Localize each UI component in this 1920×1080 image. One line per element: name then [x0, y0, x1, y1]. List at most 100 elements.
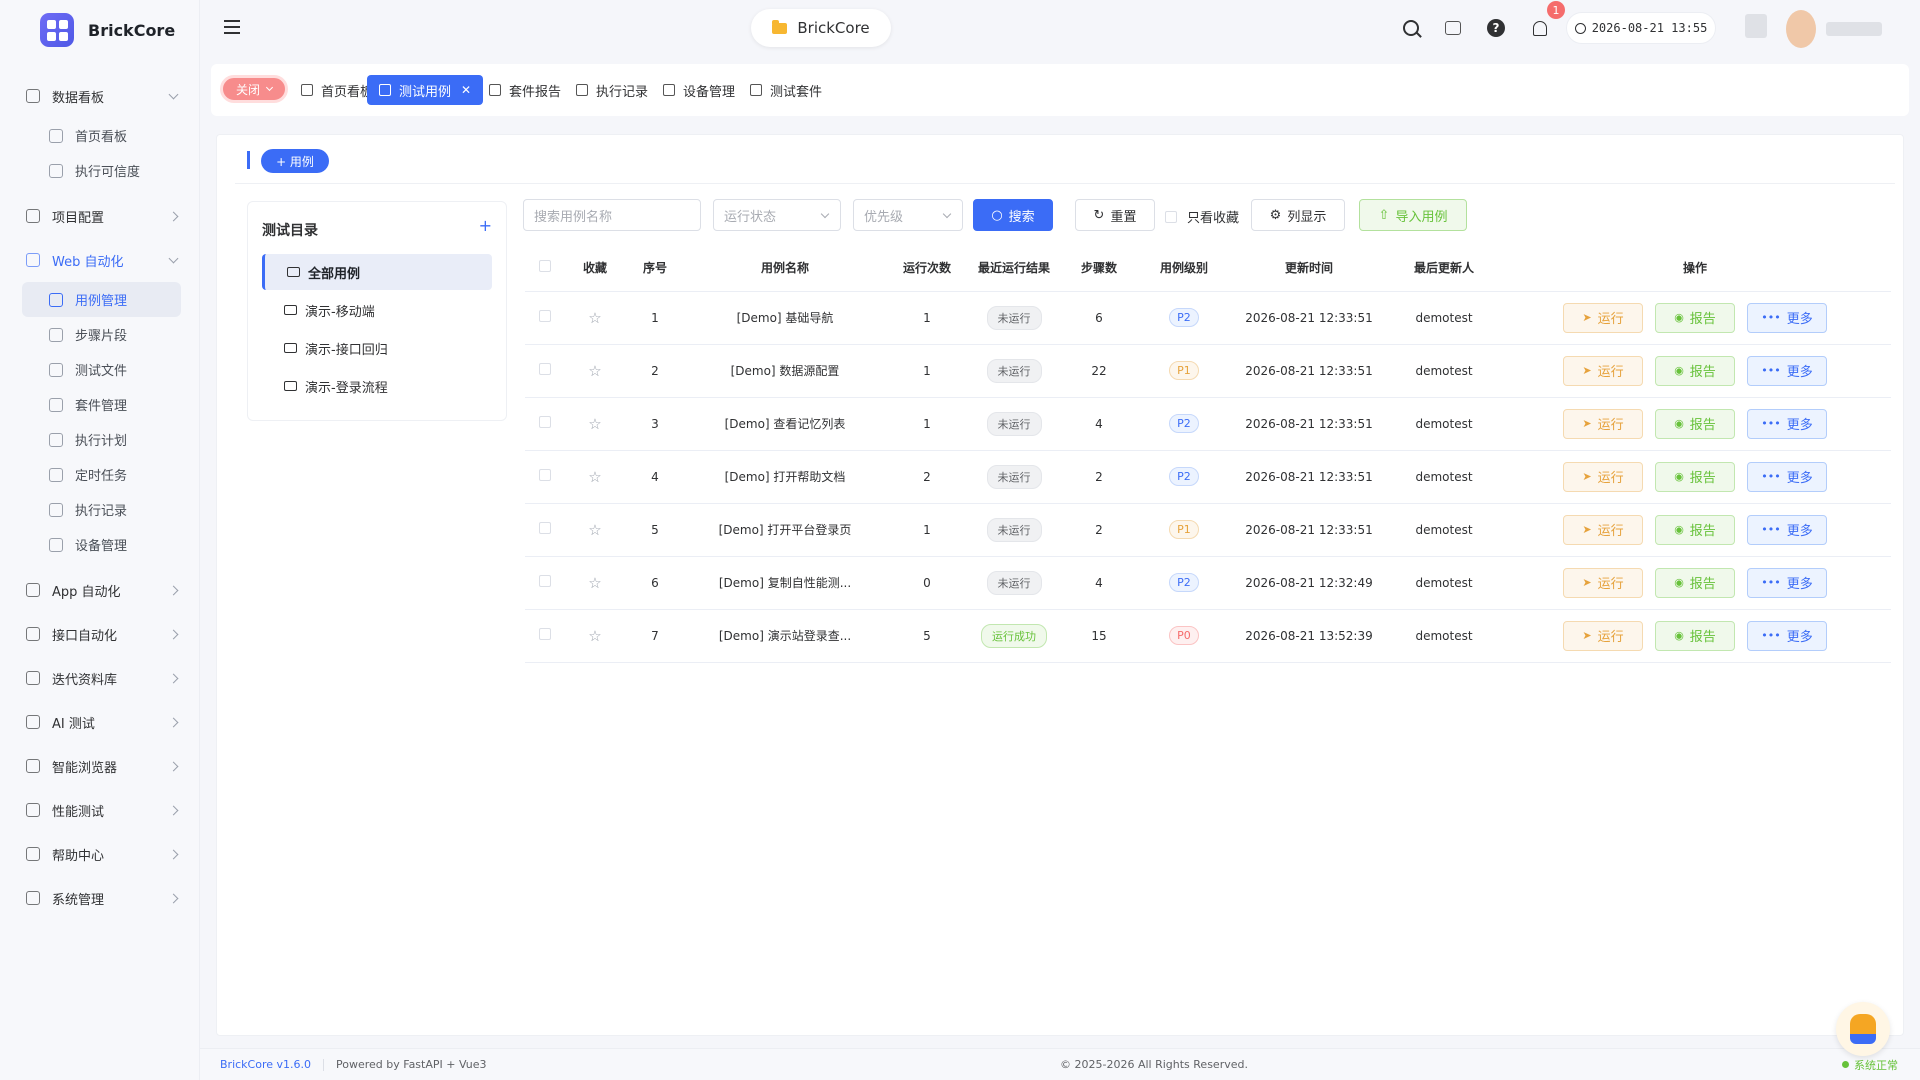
close-icon[interactable]: ✕ [461, 83, 471, 97]
search-icon[interactable] [1401, 18, 1421, 38]
import-button[interactable]: ⇧ 导入用例 [1359, 199, 1467, 231]
tab-4[interactable]: 设备管理 [651, 75, 747, 105]
star-icon[interactable]: ☆ [588, 415, 601, 433]
star-icon[interactable]: ☆ [588, 468, 601, 486]
avatar[interactable] [1786, 10, 1816, 48]
table-row[interactable]: ☆ 6 [Demo] 复制自性能测... 0 未运行 4 P2 2026-08-21 12:3… [525, 556, 1891, 610]
tree-item-3[interactable]: 演示-登录流程 [262, 368, 492, 404]
sidebar-group-10[interactable]: 系统管理 [0, 876, 199, 920]
project-switcher[interactable]: BrickCore [751, 9, 891, 47]
sidebar-group-2[interactable]: Web 自动化 [0, 238, 199, 282]
row-checkbox[interactable] [539, 363, 551, 375]
case-name[interactable]: [Demo] 数据源配置 [685, 344, 885, 398]
more-button[interactable]: ••• 更多 [1747, 514, 1827, 545]
sidebar-item-2-4[interactable]: 执行计划 [22, 422, 181, 457]
table-row[interactable]: ☆ 1 [Demo] 基础导航 1 未运行 6 P2 2026-08-21 12:33:51 d… [525, 291, 1891, 345]
add-folder-icon[interactable]: + [479, 216, 492, 235]
sidebar-item-0-0[interactable]: 首页看板 [22, 118, 181, 153]
report-button[interactable]: ◉ 报告 [1655, 461, 1735, 492]
sidebar-group-1[interactable]: 项目配置 [0, 194, 199, 238]
sidebar-group-4[interactable]: 接口自动化 [0, 612, 199, 656]
user-name-blur[interactable] [1826, 22, 1882, 36]
search-button[interactable]: ○ 搜索 [973, 199, 1053, 231]
sidebar-group-5[interactable]: 迭代资料库 [0, 656, 199, 700]
close-tabs-button[interactable]: 关闭 [220, 75, 288, 103]
help-icon[interactable]: ? [1486, 18, 1506, 38]
sidebar-group-9[interactable]: 帮助中心 [0, 832, 199, 876]
table-row[interactable]: ☆ 5 [Demo] 打开平台登录页 1 未运行 2 P1 2026-08-21 12:33:… [525, 503, 1891, 557]
sidebar-group-3[interactable]: App 自动化 [0, 568, 199, 612]
sidebar-item-2-7[interactable]: 设备管理 [22, 527, 181, 562]
run-button[interactable]: ➤ 运行 [1563, 567, 1643, 598]
case-name[interactable]: [Demo] 演示站登录查... [685, 609, 885, 663]
report-button[interactable]: ◉ 报告 [1655, 620, 1735, 651]
row-checkbox[interactable] [539, 416, 551, 428]
row-checkbox[interactable] [539, 628, 551, 640]
tree-item-2[interactable]: 演示-接口回归 [262, 330, 492, 366]
case-name[interactable]: [Demo] 查看记忆列表 [685, 397, 885, 451]
case-name[interactable]: [Demo] 打开帮助文档 [685, 450, 885, 504]
case-name[interactable]: [Demo] 基础导航 [685, 291, 885, 345]
sidebar-item-2-5[interactable]: 定时任务 [22, 457, 181, 492]
sidebar-group-7[interactable]: 智能浏览器 [0, 744, 199, 788]
star-icon[interactable]: ☆ [588, 362, 601, 380]
sidebar-item-2-3[interactable]: 套件管理 [22, 387, 181, 422]
report-button[interactable]: ◉ 报告 [1655, 302, 1735, 333]
sidebar-item-2-0[interactable]: 用例管理 [22, 282, 181, 317]
star-icon[interactable]: ☆ [588, 627, 601, 645]
reset-button[interactable]: ↻ 重置 [1075, 199, 1155, 231]
version-link[interactable]: BrickCore v1.6.0 [220, 1058, 311, 1071]
fav-only-toggle[interactable]: 只看收藏 [1165, 207, 1239, 226]
table-row[interactable]: ☆ 2 [Demo] 数据源配置 1 未运行 22 P1 2026-08-21 12:33:5… [525, 344, 1891, 398]
star-icon[interactable]: ☆ [588, 521, 601, 539]
brand[interactable]: BrickCore [0, 0, 199, 60]
bell-icon[interactable] [1530, 18, 1550, 38]
run-button[interactable]: ➤ 运行 [1563, 408, 1643, 439]
run-button[interactable]: ➤ 运行 [1563, 514, 1643, 545]
menu-toggle-icon[interactable] [224, 20, 240, 34]
run-button[interactable]: ➤ 运行 [1563, 302, 1643, 333]
more-button[interactable]: ••• 更多 [1747, 620, 1827, 651]
more-button[interactable]: ••• 更多 [1747, 567, 1827, 598]
star-icon[interactable]: ☆ [588, 309, 601, 327]
add-case-button[interactable]: + 用例 [261, 149, 329, 173]
sidebar-item-2-2[interactable]: 测试文件 [22, 352, 181, 387]
table-row[interactable]: ☆ 3 [Demo] 查看记忆列表 1 未运行 4 P2 2026-08-21 12:33:5… [525, 397, 1891, 451]
tree-item-1[interactable]: 演示-移动端 [262, 292, 492, 328]
run-button[interactable]: ➤ 运行 [1563, 620, 1643, 651]
row-checkbox[interactable] [539, 469, 551, 481]
report-button[interactable]: ◉ 报告 [1655, 567, 1735, 598]
report-button[interactable]: ◉ 报告 [1655, 408, 1735, 439]
more-button[interactable]: ••• 更多 [1747, 302, 1827, 333]
tree-item-0[interactable]: 全部用例 [262, 254, 492, 290]
case-name[interactable]: [Demo] 打开平台登录页 [685, 503, 885, 557]
sidebar-item-2-1[interactable]: 步骤片段 [22, 317, 181, 352]
row-checkbox[interactable] [539, 522, 551, 534]
report-button[interactable]: ◉ 报告 [1655, 514, 1735, 545]
sidebar-item-2-6[interactable]: 执行记录 [22, 492, 181, 527]
priority-select[interactable]: 优先级 [853, 199, 963, 231]
sidebar-group-8[interactable]: 性能测试 [0, 788, 199, 832]
tab-1[interactable]: 测试用例 ✕ [367, 75, 484, 105]
more-button[interactable]: ••• 更多 [1747, 461, 1827, 492]
run-button[interactable]: ➤ 运行 [1563, 461, 1643, 492]
tab-5[interactable]: 测试套件 [738, 75, 834, 105]
table-row[interactable]: ☆ 4 [Demo] 打开帮助文档 2 未运行 2 P2 2026-08-21 12:33:5… [525, 450, 1891, 504]
star-icon[interactable]: ☆ [588, 574, 601, 592]
report-button[interactable]: ◉ 报告 [1655, 355, 1735, 386]
more-button[interactable]: ••• 更多 [1747, 408, 1827, 439]
tab-3[interactable]: 执行记录 [564, 75, 660, 105]
select-all-checkbox[interactable] [539, 260, 551, 273]
row-checkbox[interactable] [539, 310, 551, 322]
sidebar-group-6[interactable]: AI 测试 [0, 700, 199, 744]
table-row[interactable]: ☆ 7 [Demo] 演示站登录查... 5 运行成功 15 P0 2026-08-21 13… [525, 609, 1891, 663]
theme-icon[interactable] [1443, 18, 1463, 38]
status-select[interactable]: 运行状态 [713, 199, 841, 231]
columns-button[interactable]: ⚙ 列显示 [1251, 199, 1345, 231]
sidebar-item-0-1[interactable]: 执行可信度 [22, 153, 181, 188]
row-checkbox[interactable] [539, 575, 551, 587]
tab-2[interactable]: 套件报告 [477, 75, 573, 105]
case-name[interactable]: [Demo] 复制自性能测... [685, 556, 885, 610]
more-button[interactable]: ••• 更多 [1747, 355, 1827, 386]
search-input[interactable]: 搜索用例名称 [523, 199, 701, 231]
